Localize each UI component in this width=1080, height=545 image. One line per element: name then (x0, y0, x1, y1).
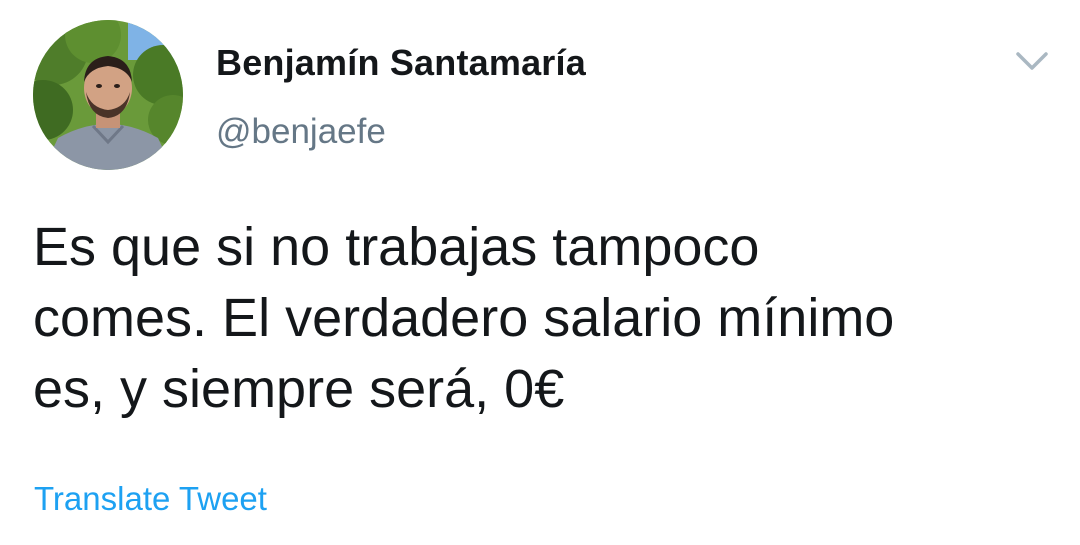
tweet-text-line: es, y siempre será, 0€ (33, 359, 565, 419)
tweet-text: Es que si no trabajas tampoco comes. El … (33, 212, 1043, 425)
avatar-photo-icon (33, 20, 183, 170)
tweet-card: Benjamín Santamaría @benjaefe Es que si … (0, 0, 1080, 545)
chevron-down-icon[interactable] (1012, 46, 1052, 76)
translate-tweet-link[interactable]: Translate Tweet (34, 480, 267, 518)
tweet-text-line: comes. El verdadero salario mínimo (33, 288, 895, 348)
author-handle[interactable]: @benjaefe (216, 112, 386, 152)
author-avatar[interactable] (33, 20, 183, 170)
author-display-name[interactable]: Benjamín Santamaría (216, 42, 586, 84)
tweet-text-line: Es que si no trabajas tampoco (33, 217, 760, 277)
